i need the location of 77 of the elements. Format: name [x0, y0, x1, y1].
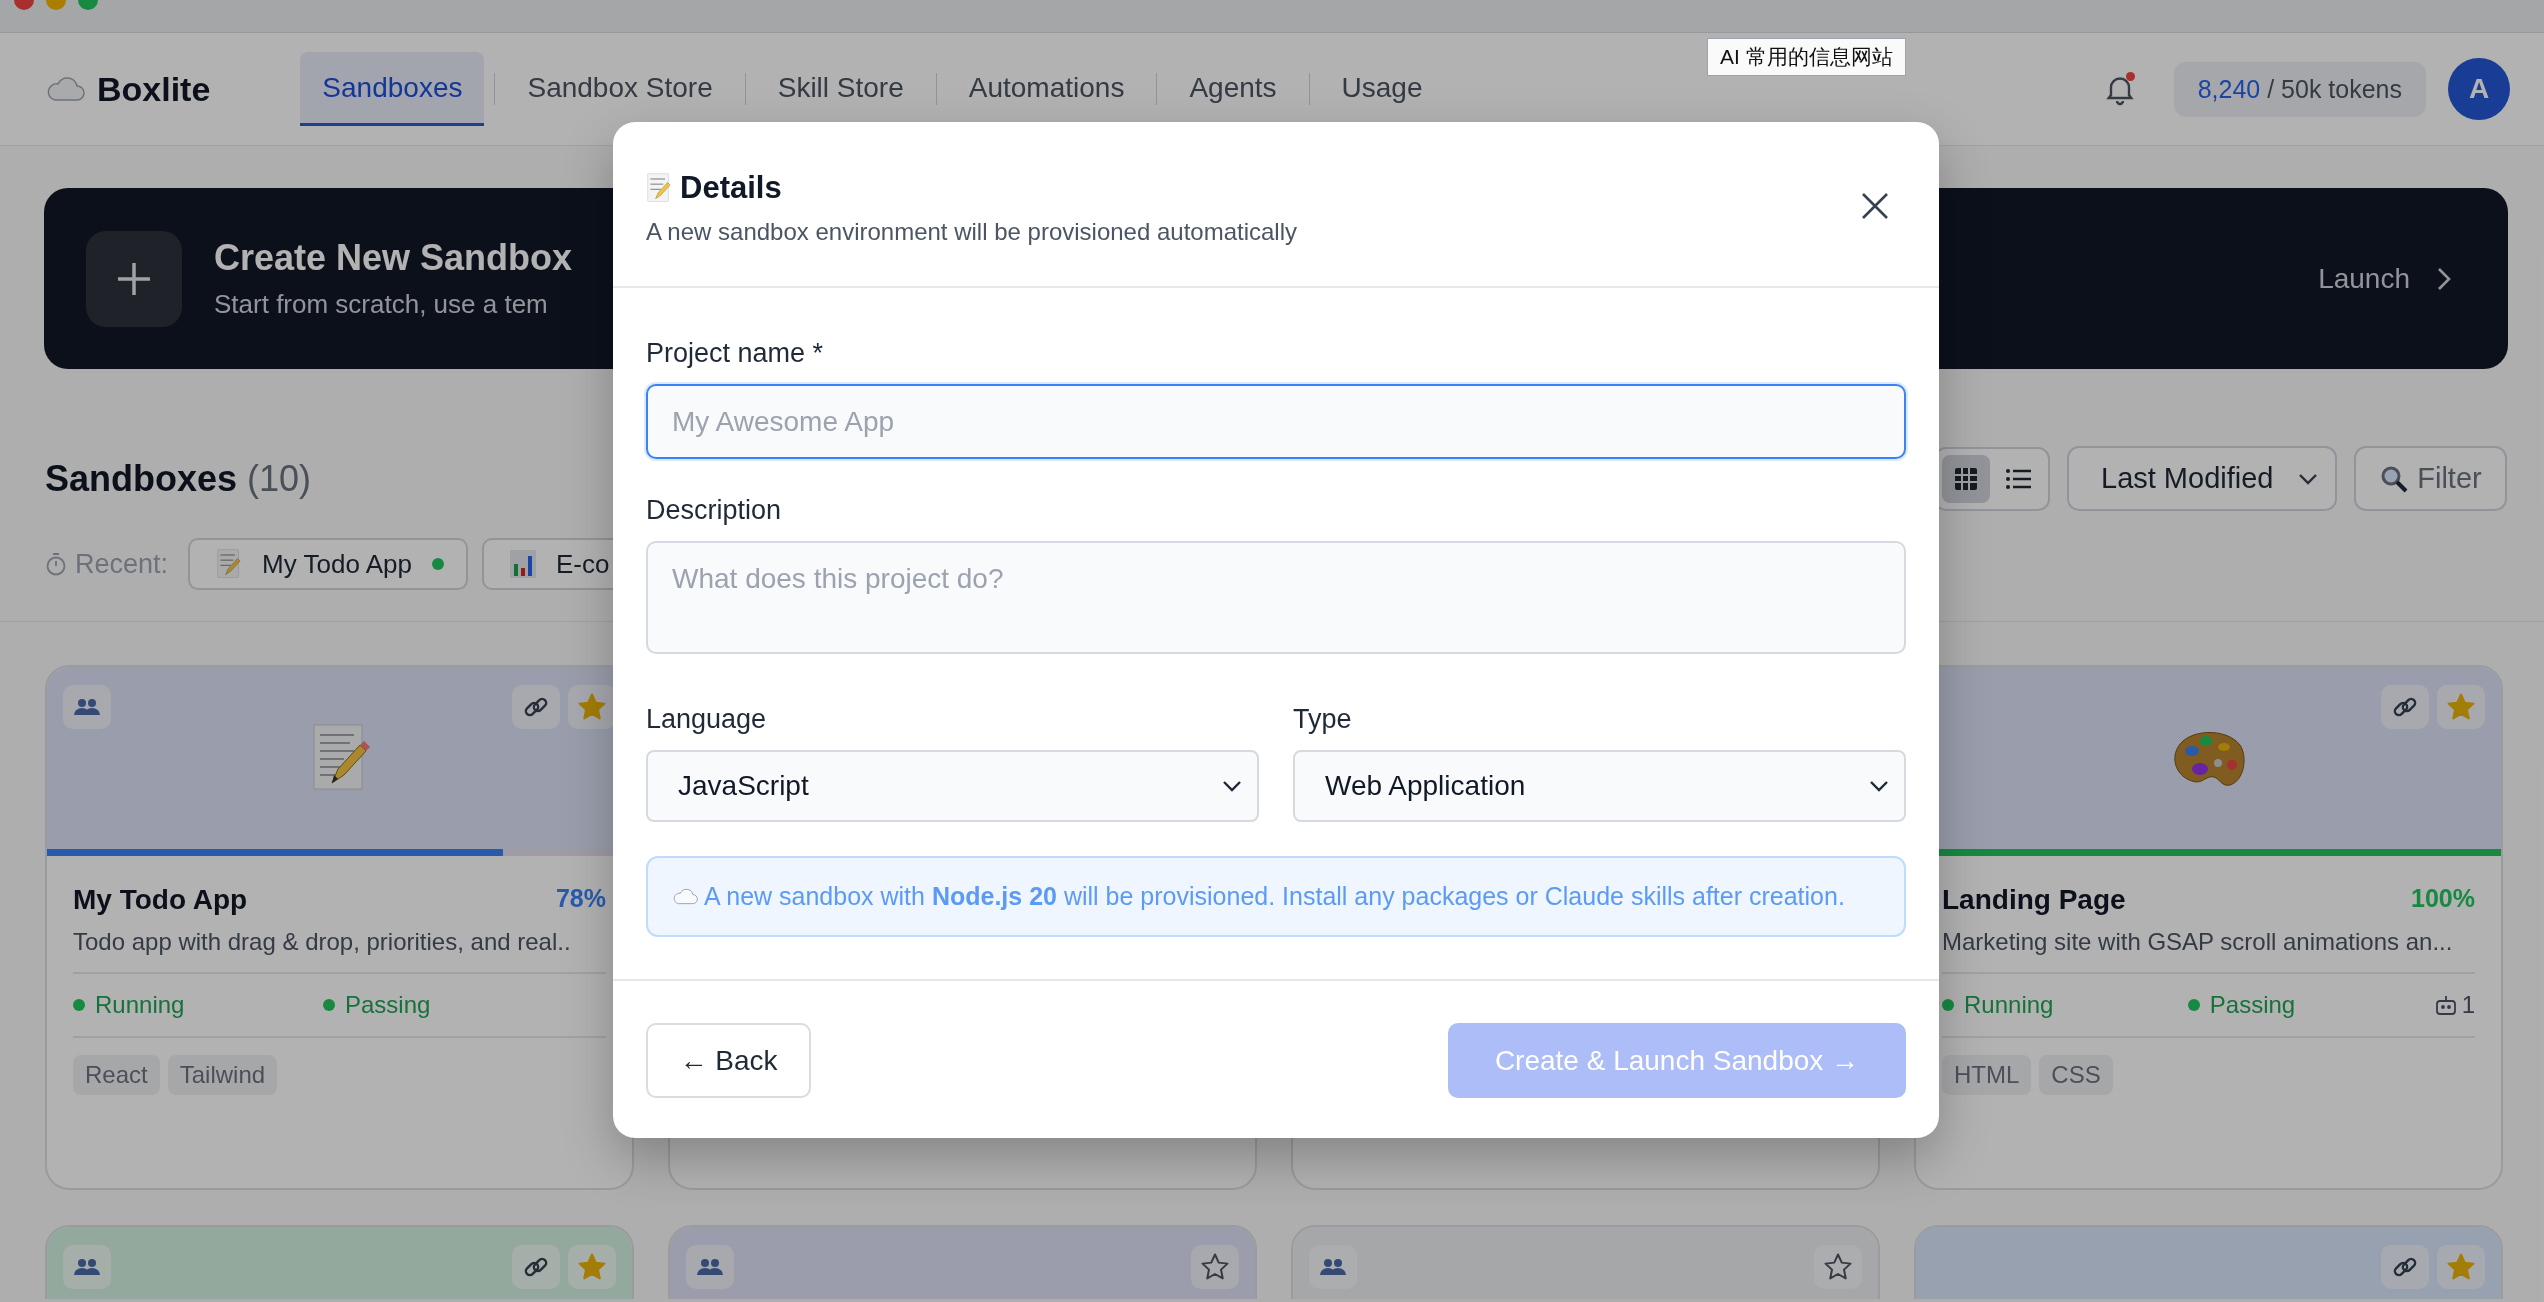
nav-tab[interactable]: Skill Store [755, 52, 926, 126]
tooltip-label: AI 常用的信息网站 [1707, 38, 1906, 76]
description-field[interactable]: What does this project do? [646, 541, 1906, 654]
memo-icon [646, 173, 672, 203]
nav-tab[interactable]: Sandbox Store [505, 52, 735, 126]
card-title: My Todo App [73, 884, 248, 916]
chevron-down-icon [1868, 779, 1890, 793]
tech-tag: Tailwind [167, 1055, 278, 1095]
test-status-text: Passing [345, 991, 431, 1019]
nav-tab[interactable]: Automations [946, 52, 1147, 126]
status-dot [1942, 999, 1954, 1011]
launch-button[interactable]: Launch [2318, 262, 2452, 295]
banner-title: Create New Sandbox [214, 237, 573, 279]
status-dot [73, 999, 85, 1011]
progress-percent: 100% [2411, 884, 2475, 913]
filter-button[interactable]: Filter [2354, 446, 2507, 511]
app-logo-text: Boxlite [97, 69, 211, 109]
chevron-down-icon [2297, 471, 2319, 486]
field-label: Project name * [646, 338, 825, 369]
cloud-icon [672, 888, 698, 905]
back-button[interactable]: ← Back [646, 1023, 811, 1098]
people-icon [73, 698, 101, 716]
tech-tag: React [73, 1055, 160, 1095]
star-icon [2446, 692, 2476, 722]
nav-tab[interactable]: Sandboxes [300, 52, 485, 126]
recent-label: Recent: [75, 548, 169, 580]
field-label: Description [646, 495, 783, 526]
user-avatar[interactable]: A [2448, 58, 2510, 120]
progress-percent: 78% [555, 884, 606, 913]
field-label: Language [646, 704, 768, 735]
list-icon [2005, 467, 2031, 490]
star-icon [1200, 1252, 1230, 1282]
select-field[interactable]: JavaScript [646, 750, 1259, 822]
status-dot [323, 999, 335, 1011]
status-text: Running [1964, 991, 2054, 1019]
select-field[interactable]: Web Application [1293, 750, 1906, 822]
people-icon [73, 1258, 101, 1276]
star-icon [1823, 1252, 1853, 1282]
tech-tag: HTML [1942, 1055, 2032, 1095]
sandbox-card[interactable]: Landing Page 100% Marketing site with GSAP scroll animations an... Running Passing 1 HTML CSS [1914, 665, 2503, 1190]
modal-subtitle: A new sandbox environment will be provisioned automatically [646, 218, 1299, 246]
section-title: Sandboxes (10) [45, 457, 312, 500]
people-icon [1319, 1258, 1347, 1276]
grid-icon [1953, 465, 1979, 492]
tech-tag: CSS [2039, 1055, 2113, 1095]
star-icon [577, 692, 607, 722]
robot-icon [2433, 993, 2458, 1017]
banner-subtitle: Start from scratch, use a tem [214, 289, 549, 320]
chevron-right-icon [2436, 265, 2452, 292]
agent-count: 1 [2461, 991, 2475, 1019]
star-icon [2446, 1252, 2476, 1282]
status-dot [2187, 999, 2200, 1011]
token-usage-pill: 8,240 / 50k tokens [2173, 61, 2426, 117]
memo-icon [216, 549, 243, 579]
field-label: Type [1293, 704, 1353, 735]
bar-chart-icon [509, 550, 536, 578]
status-text: Running [95, 991, 185, 1019]
card-description: Todo app with drag & drop, priorities, and real.. [73, 928, 606, 974]
info-message: A new sandbox with Node.js 20 will be provisioned. Install any packages or Claude skills after creation. [704, 882, 1845, 911]
people-icon [696, 1258, 724, 1276]
card-title: Landing Page [1942, 884, 2126, 916]
modal-title: Details [680, 170, 782, 206]
cloud-logo-icon [45, 76, 85, 102]
grid-view-button[interactable] [1942, 454, 1990, 503]
sandbox-card[interactable]: My Todo App 78% Todo app with drag & drop, priorities, and real.. Running Passing React Tailwind [45, 665, 634, 1190]
add-button[interactable] [86, 230, 182, 327]
nav-tab[interactable]: Usage [1319, 52, 1445, 126]
recent-chip[interactable]: My Todo App [188, 538, 468, 590]
project-name-field[interactable]: My Awesome App [646, 384, 1906, 459]
chevron-down-icon [1221, 779, 1243, 793]
stopwatch-icon [45, 552, 67, 576]
close-icon[interactable] [1860, 191, 1890, 221]
star-icon [577, 1252, 607, 1282]
test-status-text: Passing [2209, 991, 2296, 1019]
sort-select[interactable]: Last Modified [2067, 446, 2337, 511]
card-description: Marketing site with GSAP scroll animations an... [1942, 928, 2475, 974]
nav-tab[interactable]: Agents [1167, 52, 1299, 126]
